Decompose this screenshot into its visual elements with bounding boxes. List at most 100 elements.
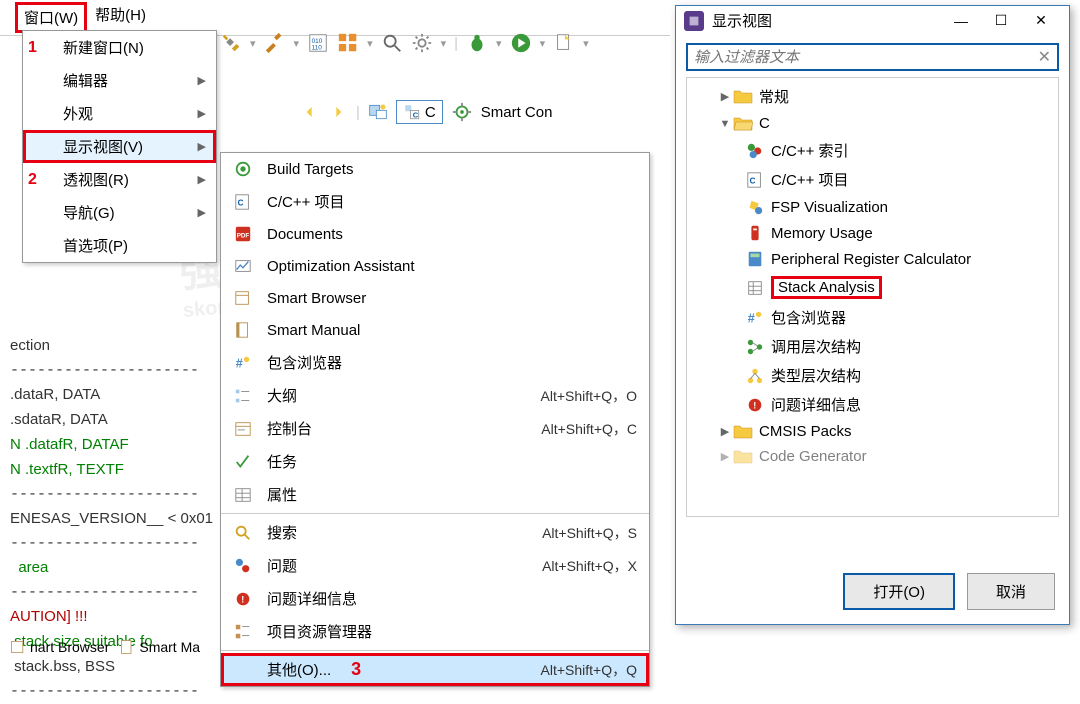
svg-text:C: C — [413, 110, 419, 119]
menu-help[interactable]: 帮助(H) — [89, 2, 152, 33]
collapse-icon[interactable]: ▼ — [717, 118, 733, 130]
run-icon[interactable] — [510, 32, 532, 54]
smart-conf-label[interactable]: Smart Con — [481, 104, 553, 121]
dropdown-arrow-icon[interactable]: ▾ — [496, 37, 502, 50]
dialog-title: 显示视图 — [712, 10, 941, 31]
dropdown-arrow-icon[interactable]: ▾ — [367, 37, 373, 50]
expand-icon[interactable]: ▶ — [717, 450, 733, 463]
tree-type-hierarchy[interactable]: 类型层次结构 — [697, 361, 1048, 390]
target-icon — [233, 159, 253, 179]
manual-icon — [233, 320, 253, 340]
submenu-console[interactable]: 控制台Alt+Shift+Q，C — [221, 412, 649, 445]
menu-perspective[interactable]: 2 透视图(R)▶ — [23, 163, 216, 196]
menu-preferences[interactable]: 首选项(P) — [23, 229, 216, 262]
submenu-properties[interactable]: 属性 — [221, 478, 649, 511]
tab-smart-manual[interactable]: Smart Ma — [119, 639, 200, 655]
binary-icon[interactable]: 010110 — [307, 32, 329, 54]
cancel-button[interactable]: 取消 — [967, 573, 1055, 610]
tree-general[interactable]: ▶常规 — [697, 82, 1048, 111]
c-perspective-button[interactable]: C C — [396, 100, 443, 124]
dropdown-arrow-icon[interactable]: ▾ — [441, 37, 447, 50]
problem-icon — [233, 556, 253, 576]
svg-text:110: 110 — [312, 44, 323, 51]
shortcut-label: Alt+Shift+Q，Q — [541, 660, 637, 680]
back-icon[interactable] — [300, 102, 320, 122]
tree-fsp[interactable]: FSP Visualization — [697, 194, 1048, 220]
tree-codegen[interactable]: ▶Code Generator — [697, 444, 1048, 469]
annotation-3: 3 — [351, 659, 361, 680]
submenu-optimization[interactable]: Optimization Assistant — [221, 250, 649, 282]
menu-navigation[interactable]: 导航(G)▶ — [23, 196, 216, 229]
folder-icon — [733, 89, 753, 105]
tree-memory[interactable]: Memory Usage — [697, 220, 1048, 246]
categories-icon[interactable] — [337, 32, 359, 54]
submenu-tasks[interactable]: 任务 — [221, 445, 649, 478]
show-view-dialog: 显示视图 — ☐ ✕ ✕ ▶常规 ▼C C/C++ 索引 CC/C++ 项目 F… — [675, 5, 1070, 625]
menu-editor[interactable]: 编辑器▶ — [23, 64, 216, 97]
submenu-search[interactable]: 搜索Alt+Shift+Q，S — [221, 516, 649, 549]
minimize-button[interactable]: — — [941, 13, 981, 29]
show-view-submenu: Build Targets CC/C++ 项目 PDFDocuments Opt… — [220, 152, 650, 687]
chevron-right-icon: ▶ — [198, 140, 206, 153]
close-button[interactable]: ✕ — [1021, 12, 1061, 29]
tree-peripheral[interactable]: Peripheral Register Calculator — [697, 246, 1048, 272]
open-button[interactable]: 打开(O) — [843, 573, 955, 610]
fsp-icon — [745, 198, 765, 216]
svg-text:C: C — [238, 198, 244, 207]
expand-icon[interactable]: ▶ — [717, 90, 733, 103]
task-icon — [233, 452, 253, 472]
dropdown-arrow-icon[interactable]: ▾ — [540, 37, 546, 50]
forward-icon[interactable] — [328, 102, 348, 122]
submenu-project-explorer[interactable]: 项目资源管理器 — [221, 615, 649, 648]
tree-cpp-index[interactable]: C/C++ 索引 — [697, 136, 1048, 165]
submenu-outline[interactable]: 大纲Alt+Shift+Q，O — [221, 379, 649, 412]
submenu-documents[interactable]: PDFDocuments — [221, 218, 649, 250]
tree-stack-analysis[interactable]: Stack Analysis — [697, 272, 1048, 303]
menu-show-view[interactable]: 显示视图(V)▶ — [23, 130, 216, 163]
stack-icon — [745, 279, 765, 297]
tab-smart-browser[interactable]: nart Browser — [10, 639, 109, 655]
submenu-other[interactable]: 其他(O)...3Alt+Shift+Q，Q — [221, 653, 649, 686]
tree-problem-detail[interactable]: !问题详细信息 — [697, 390, 1048, 419]
bug-icon[interactable] — [466, 32, 488, 54]
dialog-buttons: 打开(O) 取消 — [843, 573, 1055, 610]
problem-detail-icon: ! — [745, 396, 765, 414]
file-icon[interactable] — [553, 32, 575, 54]
tree-cmsis[interactable]: ▶CMSIS Packs — [697, 419, 1048, 444]
tree-include-browser[interactable]: #包含浏览器 — [697, 303, 1048, 332]
submenu-problems[interactable]: 问题Alt+Shift+Q，X — [221, 549, 649, 582]
toolbar-top: ▾ ▾ 010110 ▾ ▾ | ▾ ▾ ▾ — [220, 32, 589, 54]
search-icon[interactable] — [381, 32, 403, 54]
dropdown-arrow-icon[interactable]: ▾ — [250, 37, 256, 50]
submenu-include-browser[interactable]: #包含浏览器 — [221, 346, 649, 379]
dropdown-arrow-icon[interactable]: ▾ — [583, 37, 589, 50]
chevron-right-icon: ▶ — [198, 107, 206, 120]
filter-input[interactable] — [694, 49, 1038, 66]
smart-conf-icon[interactable] — [451, 101, 473, 123]
submenu-smart-manual[interactable]: Smart Manual — [221, 314, 649, 346]
include-icon: # — [745, 309, 765, 327]
menu-new-window[interactable]: 1 新建窗口(N) — [23, 31, 216, 64]
submenu-cpp-project[interactable]: CC/C++ 项目 — [221, 185, 649, 218]
folder-icon — [733, 424, 753, 440]
menu-appearance[interactable]: 外观▶ — [23, 97, 216, 130]
build-icon[interactable] — [220, 32, 242, 54]
outline-icon — [233, 386, 253, 406]
tree-cpp-project[interactable]: CC/C++ 项目 — [697, 165, 1048, 194]
submenu-smart-browser[interactable]: Smart Browser — [221, 282, 649, 314]
tree-c[interactable]: ▼C — [697, 111, 1048, 136]
cpp-project-icon: C — [233, 192, 253, 212]
perspective-icon[interactable] — [368, 102, 388, 122]
expand-icon[interactable]: ▶ — [717, 425, 733, 438]
shortcut-label: Alt+Shift+Q，S — [542, 523, 637, 543]
tree-call-hierarchy[interactable]: 调用层次结构 — [697, 332, 1048, 361]
clear-icon[interactable]: ✕ — [1038, 47, 1051, 67]
gear-icon[interactable] — [411, 32, 433, 54]
maximize-button[interactable]: ☐ — [981, 12, 1021, 29]
submenu-problem-details[interactable]: !问题详细信息 — [221, 582, 649, 615]
dropdown-arrow-icon[interactable]: ▾ — [294, 37, 300, 50]
properties-icon — [233, 485, 253, 505]
menu-window[interactable]: 窗口(W) — [15, 2, 87, 33]
hammer-icon[interactable] — [264, 32, 286, 54]
submenu-build-targets[interactable]: Build Targets — [221, 153, 649, 185]
